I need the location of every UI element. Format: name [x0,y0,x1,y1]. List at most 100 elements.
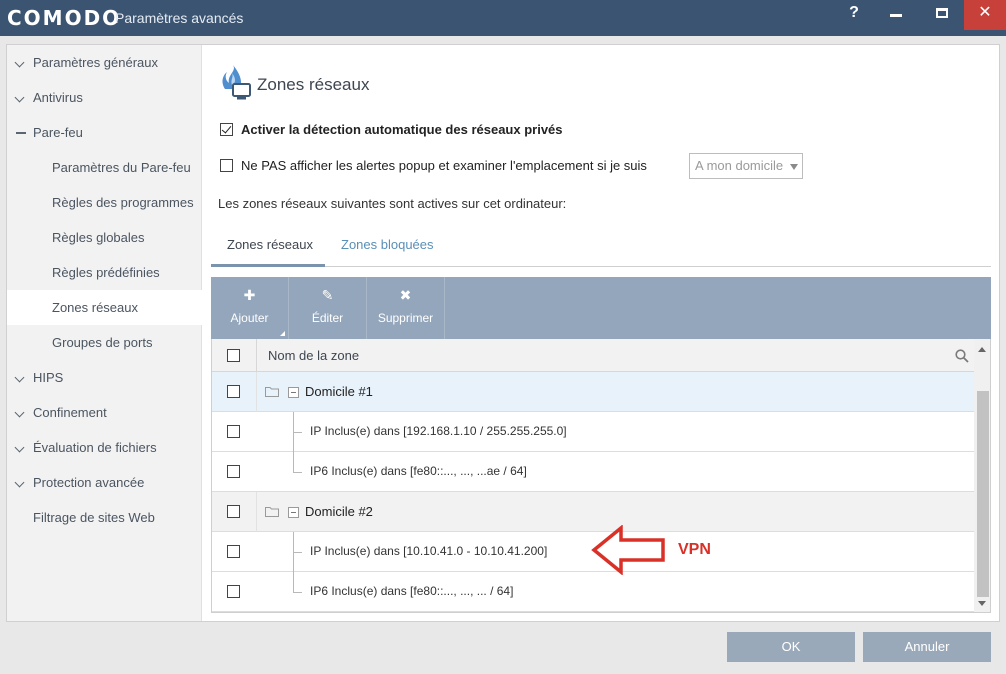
chevron-down-icon [14,442,25,453]
suppress-popup-alerts-checkbox[interactable] [220,159,233,172]
auto-detect-label: Activer la détection automatique des rés… [241,122,563,137]
chevron-down-icon [14,477,25,488]
scroll-down-arrow-icon[interactable] [978,601,986,606]
annotation-arrow-icon [591,525,665,575]
table-row[interactable]: IP6 Inclus(e) dans [fe80::..., ..., ... … [212,572,974,612]
active-tab-indicator [211,264,325,267]
tree-line [293,472,302,473]
sidebar-item-global-rules[interactable]: Règles globales [7,220,202,255]
sidebar-item-advanced-protection[interactable]: Protection avancée [7,465,202,500]
close-icon: ✕ [978,4,992,21]
sidebar-item-containment[interactable]: Confinement [7,395,202,430]
sidebar-item-network-zones[interactable]: Zones réseaux [7,290,202,325]
table-row[interactable]: IP6 Inclus(e) dans [fe80::..., ..., ...a… [212,452,974,492]
comodo-logo: COMODO [7,6,122,30]
sidebar-item-label: Paramètres du Pare-feu [52,160,191,175]
row-checkbox[interactable] [227,585,240,598]
scroll-up-arrow-icon[interactable] [978,347,986,352]
dropdown-corner-icon [280,331,285,336]
zone-entry-text: IP6 Inclus(e) dans [fe80::..., ..., ... … [310,584,514,598]
content-pane: Zones réseaux Activer la détection autom… [211,45,991,621]
sidebar-item-label: HIPS [33,370,64,385]
zone-group-name: Domicile #1 [305,384,373,399]
collapse-icon [16,132,26,134]
sidebar-item-label: Zones réseaux [52,300,138,315]
sidebar-item-file-rating[interactable]: Évaluation de fichiers [7,430,202,465]
dialog-footer: OK Annuler [0,622,1006,674]
sidebar-item-label: Règles globales [52,230,145,245]
sidebar-item-label: Paramètres généraux [33,55,159,70]
sidebar-item-predefined-rules[interactable]: Règles prédéfinies [7,255,202,290]
close-button[interactable]: ✕ [964,0,1006,30]
select-all-checkbox[interactable] [227,349,240,362]
edit-button[interactable]: ✎ Éditer [289,277,367,339]
location-select[interactable]: A mon domicile [689,153,803,179]
folder-icon [265,387,279,397]
delete-button-label: Supprimer [377,311,434,325]
sidebar: Paramètres généraux Antivirus Pare-feu P… [7,45,202,621]
sidebar-item-label: Règles des programmes [52,195,194,210]
tab-bar: Zones réseaux Zones bloquées [211,225,991,267]
chevron-down-icon [14,57,25,68]
sidebar-item-hips[interactable]: HIPS [7,360,202,395]
row-checkbox[interactable] [227,465,240,478]
tree-line [293,592,302,593]
chevron-down-icon [14,407,25,418]
sidebar-item-application-rules[interactable]: Règles des programmes [7,185,202,220]
help-button[interactable]: ? [834,0,874,28]
collapse-group-icon[interactable] [288,387,299,398]
sidebar-item-label: Confinement [33,405,107,420]
sidebar-item-label: Règles prédéfinies [52,265,160,280]
column-header-zone-name[interactable]: Nom de la zone [268,348,359,363]
row-divider [256,492,257,532]
sidebar-item-web-filtering[interactable]: Filtrage de sites Web [7,500,202,535]
grid-scrollbar[interactable] [974,339,990,612]
sidebar-item-label: Évaluation de fichiers [33,440,157,455]
sidebar-item-firewall[interactable]: Pare-feu [7,115,202,150]
x-icon: ✖ [399,287,412,303]
row-divider [256,372,257,412]
tab-network-zones[interactable]: Zones réseaux [227,237,313,252]
title-bar: COMODO Paramètres avancés ? ✕ [0,0,1006,36]
tab-blocked-zones[interactable]: Zones bloquées [341,237,434,252]
tree-line [293,572,294,592]
table-row[interactable]: Domicile #1 [212,372,974,412]
pencil-icon: ✎ [321,287,334,303]
row-checkbox[interactable] [227,425,240,438]
auto-detect-private-networks-checkbox[interactable] [220,123,233,136]
chevron-down-icon [790,164,798,170]
settings-dialog: Paramètres généraux Antivirus Pare-feu P… [6,44,1000,622]
row-checkbox[interactable] [227,385,240,398]
sidebar-item-firewall-settings[interactable]: Paramètres du Pare-feu [7,150,202,185]
row-checkbox[interactable] [227,505,240,518]
sidebar-item-label: Protection avancée [33,475,145,490]
minimize-icon [890,14,902,18]
plus-icon: ✚ [243,287,256,303]
add-button-label: Ajouter [230,311,269,325]
delete-button[interactable]: ✖ Supprimer [367,277,445,339]
toolbar: ✚ Ajouter ✎ Éditer ✖ Supprimer [211,277,991,339]
row-checkbox[interactable] [227,545,240,558]
sidebar-item-port-sets[interactable]: Groupes de ports [7,325,202,360]
firewall-network-icon [222,65,251,100]
tree-line [293,552,302,553]
sidebar-item-label: Groupes de ports [52,335,153,350]
add-button[interactable]: ✚ Ajouter [211,277,289,339]
chevron-down-icon [14,92,25,103]
search-icon[interactable] [955,349,969,363]
scroll-thumb[interactable] [977,391,989,597]
sidebar-item-general[interactable]: Paramètres généraux [7,45,202,80]
collapse-group-icon[interactable] [288,507,299,518]
zone-entry-text: IP6 Inclus(e) dans [fe80::..., ..., ...a… [310,464,527,478]
grid-header: Nom de la zone [212,339,974,372]
cancel-button[interactable]: Annuler [863,632,991,662]
tree-line [293,452,294,472]
sidebar-item-antivirus[interactable]: Antivirus [7,80,202,115]
maximize-icon [936,7,948,18]
minimize-button[interactable] [876,0,916,28]
table-row[interactable]: IP Inclus(e) dans [192.168.1.10 / 255.25… [212,412,974,452]
chevron-down-icon [14,372,25,383]
maximize-button[interactable] [922,0,962,28]
ok-button[interactable]: OK [727,632,855,662]
tree-line [293,432,302,433]
